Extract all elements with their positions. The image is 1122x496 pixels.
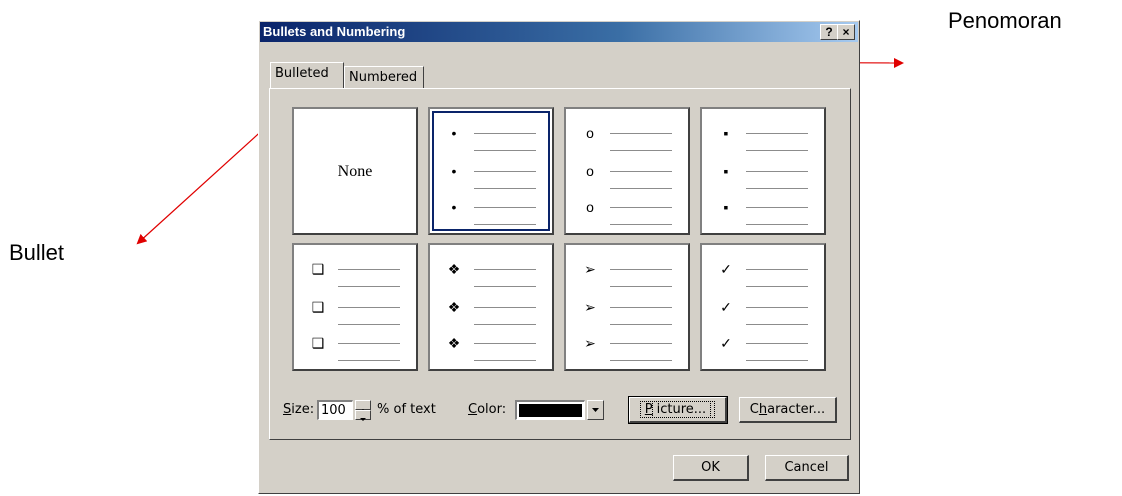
dot-bullet-icon: • [451, 125, 457, 141]
bullet-option-hollow-square[interactable]: ❑ ❑ ❑ [292, 243, 418, 371]
tab-numbered[interactable]: Numbered [344, 66, 424, 88]
bullet-option-square[interactable]: ▪ ▪ ▪ [700, 107, 826, 235]
bullets-numbering-dialog: Bullets and Numbering ? × Numbered Bulle… [258, 20, 860, 494]
arrowhead-bullet-icon: ➢ [584, 261, 596, 277]
hollow-circle-bullet-icon: o [586, 199, 594, 215]
square-bullet-icon: ▪ [723, 163, 729, 179]
penomoran-annotation: Penomoran [948, 8, 1062, 33]
tab-bulleted[interactable]: Bulleted [270, 62, 344, 88]
color-dropdown-button[interactable] [587, 400, 604, 420]
four-diamonds-bullet-icon: ❖ [447, 335, 461, 351]
dot-bullet-icon: • [451, 199, 457, 215]
close-button[interactable]: × [837, 24, 855, 40]
dialog-title: Bullets and Numbering [263, 24, 406, 39]
square-bullet-icon: ▪ [723, 199, 729, 215]
four-diamonds-bullet-icon: ❖ [447, 261, 461, 277]
size-input[interactable]: 100 [317, 400, 353, 420]
bullet-option-arrowhead[interactable]: ➢ ➢ ➢ [564, 243, 690, 371]
bullet-option-dot[interactable]: • • • [428, 107, 554, 235]
color-picker[interactable] [515, 400, 585, 420]
hollow-circle-bullet-icon: o [586, 125, 594, 141]
color-label: Color: [468, 402, 507, 417]
hollow-square-bullet-icon: ❑ [311, 261, 325, 277]
picture-button[interactable]: Picture... [628, 396, 728, 424]
checkmark-bullet-icon: ✓ [720, 261, 732, 277]
cancel-button[interactable]: Cancel [765, 455, 849, 481]
dot-bullet-icon: • [451, 163, 457, 179]
spin-down-button[interactable] [355, 410, 371, 421]
checkmark-bullet-icon: ✓ [720, 299, 732, 315]
title-bar: Bullets and Numbering ? × [260, 22, 858, 42]
bulleted-tab-panel: None • • • o o o ▪ ▪ ▪ ❑ ❑ ❑ ❖ ❖ ❖ ➢ ➢ ➢… [269, 88, 851, 440]
square-bullet-icon: ▪ [723, 125, 729, 141]
color-swatch [519, 404, 582, 417]
bullet-option-hollow-circle[interactable]: o o o [564, 107, 690, 235]
checkmark-bullet-icon: ✓ [720, 335, 732, 351]
bullet-option-none[interactable]: None [292, 107, 418, 235]
arrowhead-bullet-icon: ➢ [584, 299, 596, 315]
help-button[interactable]: ? [820, 24, 838, 40]
four-diamonds-bullet-icon: ❖ [447, 299, 461, 315]
ok-button[interactable]: OK [673, 455, 749, 481]
size-label: Size: [283, 402, 315, 417]
character-button[interactable]: Character... [739, 397, 837, 423]
spin-up-button[interactable] [355, 400, 371, 412]
bullet-annotation: Bullet [9, 240, 65, 265]
bullet-option-checkmark[interactable]: ✓ ✓ ✓ [700, 243, 826, 371]
arrowhead-bullet-icon: ➢ [584, 335, 596, 351]
hollow-square-bullet-icon: ❑ [311, 299, 325, 315]
size-spinner[interactable] [355, 400, 371, 421]
bullet-option-four-diamonds[interactable]: ❖ ❖ ❖ [428, 243, 554, 371]
hollow-circle-bullet-icon: o [586, 163, 594, 179]
none-label: None [337, 163, 373, 180]
hollow-square-bullet-icon: ❑ [311, 335, 325, 351]
size-suffix: % of text [377, 402, 436, 417]
chevron-down-icon [360, 418, 366, 421]
chevron-down-icon [592, 408, 599, 412]
